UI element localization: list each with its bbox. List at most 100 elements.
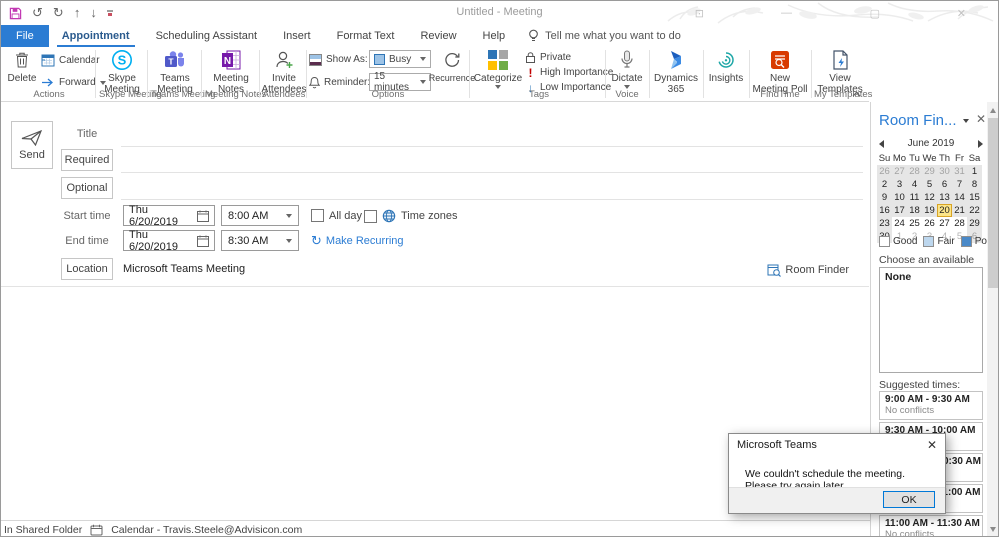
calendar-day[interactable]: 3 <box>892 178 907 191</box>
calendar-day[interactable]: 16 <box>877 204 892 217</box>
location-button[interactable]: Location <box>61 258 113 280</box>
ok-button[interactable]: OK <box>883 491 935 508</box>
calendar-day[interactable]: 26 <box>877 165 892 178</box>
close-window-icon[interactable]: ✕ <box>957 7 966 20</box>
restore-icon[interactable]: ▢ <box>870 7 880 20</box>
calendar-day[interactable]: 19 <box>922 204 937 217</box>
all-day-checkbox[interactable] <box>311 209 324 222</box>
calendar-day[interactable]: 20 <box>937 204 952 217</box>
optional-input[interactable] <box>121 199 863 200</box>
calendar-day[interactable]: 22 <box>967 204 982 217</box>
calendar-day[interactable]: 6 <box>937 178 952 191</box>
time-zones-checkbox[interactable] <box>364 209 377 223</box>
time-zones-checkbox-row[interactable]: Time zones <box>364 209 457 223</box>
calendar-day[interactable]: 12 <box>922 191 937 204</box>
start-time-dropdown[interactable]: 8:00 AM <box>221 205 299 226</box>
calendar-day[interactable]: 18 <box>907 204 922 217</box>
legend-item: Fair <box>923 236 955 247</box>
ribbon-display-options-icon[interactable]: ⊡ <box>695 7 704 20</box>
room-finder-title[interactable]: Room Fin... <box>879 112 969 129</box>
end-date-picker[interactable]: Thu 6/20/2019 <box>123 229 215 253</box>
room-list-item[interactable]: None <box>880 268 982 286</box>
location-value[interactable]: Microsoft Teams Meeting <box>123 263 245 275</box>
high-importance-button[interactable]: ! High Importance <box>525 65 614 80</box>
insights-icon <box>716 49 736 71</box>
calendar-day[interactable]: 13 <box>937 191 952 204</box>
prev-month-icon[interactable] <box>879 139 884 148</box>
calendar-day[interactable]: 11 <box>907 191 922 204</box>
categorize-button[interactable]: Categorize <box>474 49 522 89</box>
recurrence-button[interactable]: Recurrence <box>429 49 475 84</box>
calendar-day[interactable]: 9 <box>877 191 892 204</box>
calendar-day[interactable]: 1 <box>967 165 982 178</box>
tell-me-box[interactable]: Tell me what you want to do <box>518 25 691 47</box>
calendar-day[interactable]: 25 <box>907 217 922 230</box>
legend-item: Good <box>879 236 917 247</box>
suggested-time-note: No conflicts <box>885 405 935 416</box>
calendar-day[interactable]: 4 <box>907 178 922 191</box>
calendar-day[interactable]: 30 <box>937 165 952 178</box>
delete-button[interactable]: Delete <box>5 49 39 84</box>
tab-format-text[interactable]: Format Text <box>324 25 408 47</box>
required-input[interactable] <box>121 172 863 173</box>
tab-review[interactable]: Review <box>407 25 469 47</box>
calendar-day[interactable]: 29 <box>967 217 982 230</box>
tab-scheduling-assistant[interactable]: Scheduling Assistant <box>143 25 271 47</box>
scroll-up-icon[interactable] <box>990 108 996 113</box>
collapse-ribbon-icon[interactable] <box>852 91 861 97</box>
panel-scrollbar[interactable] <box>987 102 998 536</box>
minimize-icon[interactable]: — <box>781 7 792 19</box>
scrollbar-thumb[interactable] <box>988 118 998 288</box>
calendar-day[interactable]: 10 <box>892 191 907 204</box>
legend-swatch <box>960 236 972 247</box>
calendar-day[interactable]: 29 <box>922 165 937 178</box>
insights-button[interactable]: Insights <box>706 49 746 84</box>
calendar-day[interactable]: 8 <box>967 178 982 191</box>
calendar-day[interactable]: 28 <box>907 165 922 178</box>
calendar-day[interactable]: 27 <box>937 217 952 230</box>
calendar-day[interactable]: 7 <box>952 178 967 191</box>
dialog-close-icon[interactable]: ✕ <box>927 438 937 452</box>
calendar-icon <box>41 54 55 67</box>
tab-help[interactable]: Help <box>470 25 519 47</box>
make-recurring-link[interactable]: ↻ Make Recurring <box>311 233 404 249</box>
scroll-down-icon[interactable] <box>990 527 996 532</box>
required-button[interactable]: Required <box>61 149 113 171</box>
room-list[interactable]: None <box>879 267 983 373</box>
tab-appointment[interactable]: Appointment <box>49 25 143 47</box>
calendar-day[interactable]: 26 <box>922 217 937 230</box>
ribbon-group-actions: Delete Calendar Forward Actions <box>5 47 106 101</box>
room-finder-toggle[interactable]: Room Finder <box>767 263 849 277</box>
private-button[interactable]: Private <box>525 50 613 65</box>
tab-insert[interactable]: Insert <box>270 25 324 47</box>
title-input[interactable] <box>121 146 863 147</box>
next-month-icon[interactable] <box>978 139 983 148</box>
calendar-day[interactable]: 2 <box>877 178 892 191</box>
suggested-time-item[interactable]: 9:00 AM - 9:30 AM No conflicts <box>879 391 983 420</box>
all-day-checkbox-row[interactable]: All day <box>311 209 362 222</box>
calendar-day[interactable]: 17 <box>892 204 907 217</box>
calendar-day[interactable]: 14 <box>952 191 967 204</box>
show-as-dropdown[interactable]: Busy <box>369 50 431 68</box>
calendar-day[interactable]: 5 <box>922 178 937 191</box>
calendar-day[interactable]: 21 <box>952 204 967 217</box>
legend-swatch <box>879 236 890 247</box>
group-label-actions: Actions <box>33 89 65 100</box>
dictate-button[interactable]: Dictate <box>608 49 646 89</box>
calendar-day[interactable]: 24 <box>892 217 907 230</box>
calendar-day[interactable]: 31 <box>952 165 967 178</box>
optional-button[interactable]: Optional <box>61 177 113 199</box>
recurrence-icon <box>442 49 462 71</box>
calendar-day[interactable]: 23 <box>877 217 892 230</box>
start-date-picker[interactable]: Thu 6/20/2019 <box>123 204 215 228</box>
end-time-dropdown[interactable]: 8:30 AM <box>221 230 299 251</box>
close-panel-icon[interactable]: ✕ <box>976 112 986 126</box>
tab-file[interactable]: File <box>1 25 49 47</box>
calendar-day[interactable]: 28 <box>952 217 967 230</box>
dynamics-365-button[interactable]: Dynamics 365 <box>652 49 700 95</box>
suggested-time-item[interactable]: 11:00 AM - 11:30 AM No conflicts <box>879 515 983 536</box>
calendar-day-header: Th <box>938 153 951 164</box>
calendar-day[interactable]: 27 <box>892 165 907 178</box>
send-button[interactable]: Send <box>11 121 53 169</box>
calendar-day[interactable]: 15 <box>967 191 982 204</box>
